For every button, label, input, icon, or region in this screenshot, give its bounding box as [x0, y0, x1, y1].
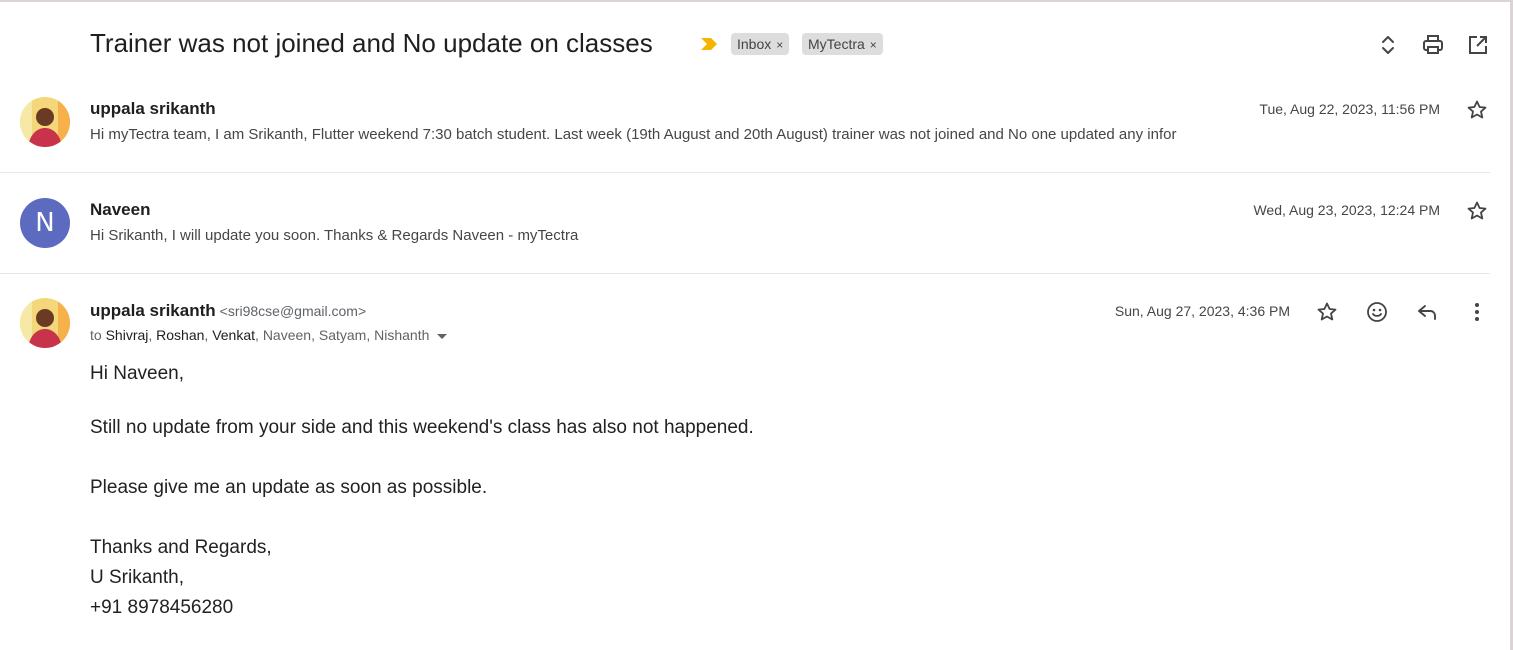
recipient-name: Roshan	[156, 327, 205, 343]
window-top-border	[0, 0, 1513, 2]
recipient-separator: ,	[366, 327, 375, 343]
sender-email[interactable]: <sri98cse@gmail.com>	[220, 303, 367, 319]
star-icon[interactable]	[1465, 199, 1489, 223]
remove-label-mytectra-button[interactable]: ×	[870, 38, 877, 52]
message-divider	[0, 273, 1490, 274]
label-chip-inbox: Inbox ×	[731, 33, 790, 55]
label-chip-name: MyTectra	[808, 36, 865, 52]
star-icon[interactable]	[1315, 300, 1339, 324]
to-prefix: to	[90, 327, 102, 343]
recipient-name: Satyam	[318, 327, 367, 343]
expand-collapse-icon[interactable]	[1376, 33, 1400, 57]
body-signature-phone: +91 8978456280	[90, 597, 234, 618]
important-marker-icon[interactable]	[699, 37, 719, 51]
sender-name[interactable]: uppala srikanth	[90, 99, 216, 119]
open-new-window-icon[interactable]	[1466, 33, 1490, 57]
label-chip-mytectra: MyTectra ×	[802, 33, 883, 55]
message-divider	[0, 172, 1490, 173]
remove-label-inbox-button[interactable]: ×	[776, 38, 783, 52]
sender-name[interactable]: Naveen	[90, 200, 150, 220]
message-date: Tue, Aug 22, 2023, 11:56 PM	[1259, 101, 1440, 117]
avatar[interactable]	[20, 97, 70, 147]
recipient-name: Venkat	[212, 327, 256, 343]
recipient-list[interactable]: to Shivraj, Roshan, Venkat, Naveen, Saty…	[90, 327, 448, 343]
message-snippet[interactable]: Hi Srikanth, I will update you soon. Tha…	[90, 227, 578, 244]
avatar[interactable]	[20, 298, 70, 348]
avatar[interactable]: N	[20, 198, 70, 248]
sender-name[interactable]: uppala srikanth	[90, 301, 216, 320]
thread-subject: Trainer was not joined and No update on …	[90, 28, 653, 58]
body-greeting: Hi Naveen,	[90, 363, 184, 384]
message-date: Sun, Aug 27, 2023, 4:36 PM	[1114, 303, 1290, 319]
print-icon[interactable]	[1421, 33, 1445, 57]
body-paragraph: Please give me an update as soon as poss…	[90, 477, 488, 498]
body-signature-name: U Srikanth,	[90, 567, 184, 588]
recipient-separator: ,	[148, 327, 157, 343]
more-options-icon[interactable]	[1465, 300, 1489, 324]
recipient-separator: ,	[311, 327, 319, 343]
body-paragraph: Still no update from your side and this …	[90, 417, 754, 438]
message-snippet[interactable]: Hi myTectra team, I am Srikanth, Flutter…	[90, 126, 1176, 143]
star-icon[interactable]	[1465, 98, 1489, 122]
recipient-name: Shivraj	[105, 327, 149, 343]
body-signoff: Thanks and Regards,	[90, 537, 272, 558]
recipient-name: Naveen	[262, 327, 312, 343]
message-date: Wed, Aug 23, 2023, 12:24 PM	[1253, 202, 1440, 218]
reply-icon[interactable]	[1415, 300, 1439, 324]
label-chip-name: Inbox	[737, 36, 772, 52]
emoji-react-icon[interactable]	[1365, 300, 1389, 324]
show-details-chevron-down-icon[interactable]	[437, 333, 448, 339]
sender-header: uppala srikanth <sri98cse@gmail.com>	[90, 301, 366, 321]
recipient-separator: ,	[255, 327, 263, 343]
recipient-name: Nishanth	[374, 327, 430, 343]
